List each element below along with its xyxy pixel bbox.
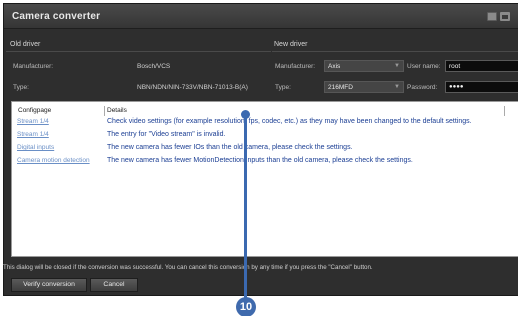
old-manufacturer-value: Bosch/VCS <box>137 63 171 70</box>
username-input[interactable]: root <box>445 60 518 72</box>
row-configpage[interactable]: Stream 1/4 <box>17 118 49 125</box>
row-configpage[interactable]: Stream 1/4 <box>17 131 49 138</box>
row-detail: The new camera has fewer IOs than the ol… <box>107 144 353 151</box>
minimize-icon[interactable] <box>487 12 497 21</box>
old-type-label: Type: <box>13 84 29 91</box>
row-detail: The new camera has fewer MotionDetection… <box>107 157 413 164</box>
new-type-select[interactable]: 216MFD ▼ <box>324 81 404 93</box>
row-detail: Check video settings (for example resolu… <box>107 118 472 125</box>
cancel-button[interactable]: Cancel <box>90 278 138 292</box>
info-message: This dialog will be closed if the conver… <box>3 264 373 271</box>
details-table: Configpage Details Stream 1/4 Check vide… <box>11 101 518 257</box>
callout-badge: 10 <box>236 297 256 316</box>
dialog-title: Camera converter <box>12 11 101 22</box>
old-driver-heading: Old driver <box>10 41 41 48</box>
verify-conversion-button[interactable]: Verify conversion <box>11 278 87 292</box>
password-label: Password: <box>407 84 438 91</box>
title-bar: Camera converter <box>4 4 518 29</box>
new-driver-heading: New driver <box>274 41 308 48</box>
callout-dot <box>241 110 250 119</box>
row-configpage[interactable]: Camera motion detection <box>17 157 90 164</box>
password-input[interactable]: ●●●● <box>445 81 518 93</box>
table-row[interactable]: Camera motion detection The new camera h… <box>12 157 518 168</box>
old-driver-divider <box>6 51 271 52</box>
new-manufacturer-select[interactable]: Axis ▼ <box>324 60 404 72</box>
configpage-column-header[interactable]: Configpage <box>18 107 51 114</box>
new-type-label: Type: <box>275 84 291 91</box>
table-row[interactable]: Digital inputs The new camera has fewer … <box>12 144 518 155</box>
old-manufacturer-label: Manufacturer: <box>13 63 54 70</box>
table-row[interactable]: Stream 1/4 Check video settings (for exa… <box>12 118 518 129</box>
new-manufacturer-value: Axis <box>328 63 341 70</box>
column-separator <box>104 106 105 116</box>
new-manufacturer-label: Manufacturer: <box>275 63 316 70</box>
new-type-value: 216MFD <box>328 84 353 91</box>
table-row[interactable]: Stream 1/4 The entry for "Video stream" … <box>12 131 518 142</box>
old-type-value: NBN/NDN/NIN-733V/NBN-71013-B(A) <box>137 84 248 91</box>
chevron-down-icon: ▼ <box>394 63 400 69</box>
callout-line <box>244 112 247 298</box>
details-column-header[interactable]: Details <box>107 107 127 114</box>
maximize-icon[interactable] <box>500 12 510 21</box>
row-configpage[interactable]: Digital inputs <box>17 144 54 151</box>
column-separator <box>504 106 505 116</box>
new-driver-divider <box>272 51 518 52</box>
chevron-down-icon: ▼ <box>394 84 400 90</box>
row-detail: The entry for "Video stream" is invalid. <box>107 131 226 138</box>
username-label: User name: <box>407 63 441 70</box>
